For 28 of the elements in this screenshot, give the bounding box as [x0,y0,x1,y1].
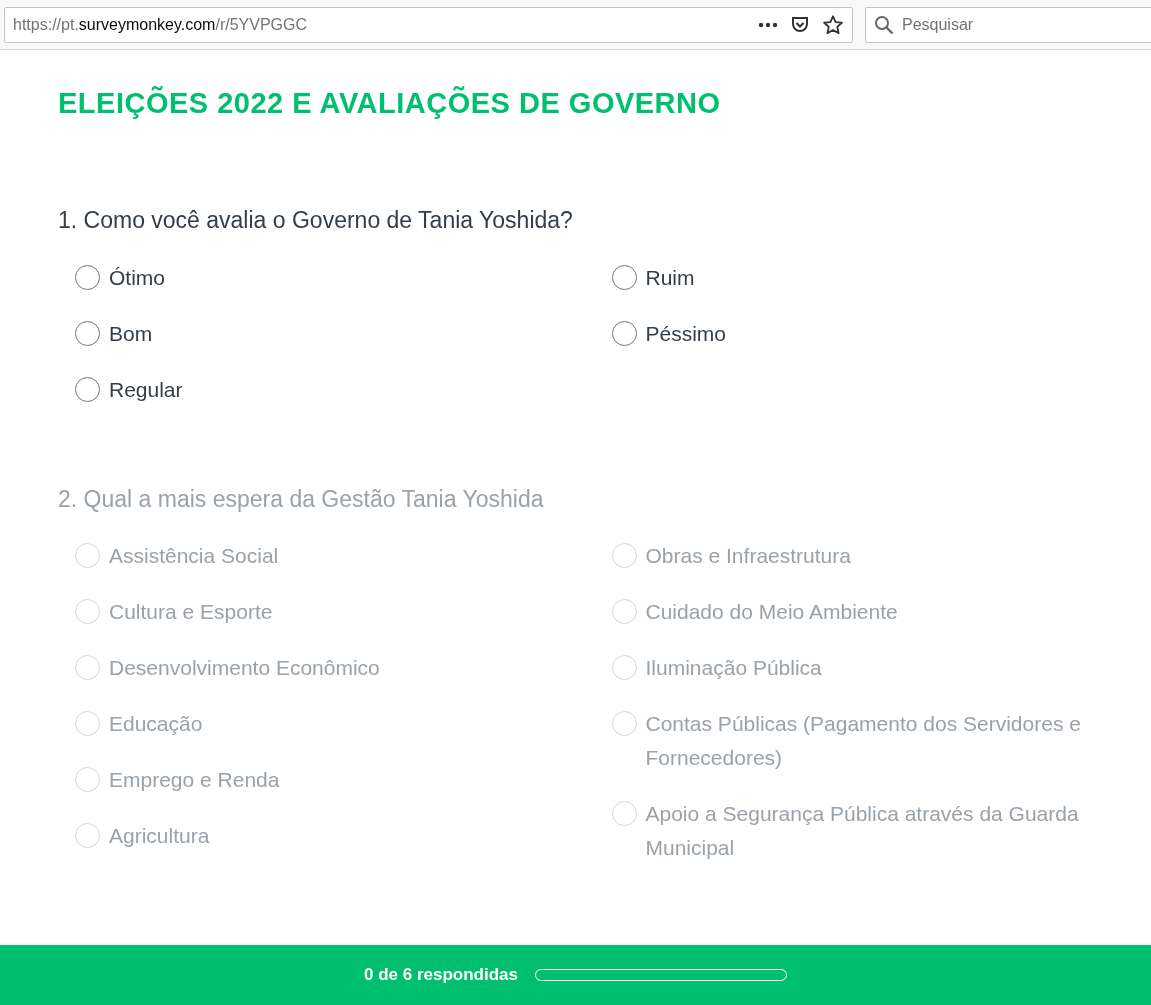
address-bar[interactable]: https://pt.surveymonkey.com/r/5YVPGGC [4,6,853,43]
option-label[interactable]: Educação [109,707,203,742]
question-text: 2. Qual a mais espera da Gestão Tania Yoshida [58,484,544,514]
survey-title: ELEIÇÕES 2022 E AVALIAÇÕES DE GOVERNO [58,85,721,121]
option-label[interactable]: Bom [109,316,153,351]
option-label[interactable]: Péssimo [645,316,727,351]
pocket-icon[interactable] [790,14,810,35]
option-label[interactable]: Regular [109,372,183,407]
option-label[interactable]: Cultura e Esporte [109,595,273,630]
search-field[interactable]: Pesquisar [865,6,1151,43]
option-label[interactable]: Cuidado do Meio Ambiente [645,595,898,630]
option-label[interactable]: Contas Públicas (Pagamento dos Servidores e Fornecedores) [645,707,1106,776]
star-icon[interactable] [822,13,844,36]
search-icon [874,14,894,35]
progress-text: 0 de 6 respondidas [364,964,518,987]
option-label[interactable]: Ruim [645,260,695,295]
url-text: https://pt.surveymonkey.com/r/5YVPGGC [13,14,309,35]
question-text: 1. Como você avalia o Governo de Tania Yoshida? [58,206,573,236]
option-label[interactable]: Apoio a Segurança Pública através da Guarda Municipal [645,797,1106,866]
option-label[interactable]: Assistência Social [109,539,279,574]
option-label[interactable]: Emprego e Renda [109,763,280,798]
search-input[interactable]: Pesquisar [902,12,1146,37]
option-label[interactable]: Agricultura [109,819,210,854]
option-label[interactable]: Iluminação Pública [645,651,822,686]
more-icon[interactable] [758,21,778,28]
option-label[interactable]: Desenvolvimento Econômico [109,651,380,686]
option-label[interactable]: Ótimo [109,260,165,295]
option-label[interactable]: Obras e Infraestrutura [645,539,851,574]
